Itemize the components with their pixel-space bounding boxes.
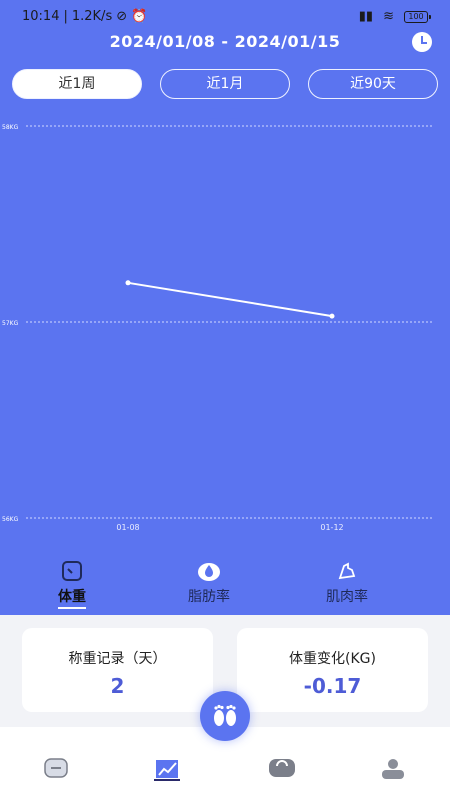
scale-icon[interactable]	[268, 757, 296, 779]
scale-icon	[62, 561, 82, 581]
mute-icon: ⊘	[116, 9, 128, 24]
tab-range-90-days[interactable]: 近90天	[308, 69, 438, 99]
signal-icon: ▮▮	[358, 9, 374, 24]
weight-change-title: 体重变化(KG)	[289, 651, 376, 667]
profile-icon[interactable]	[380, 757, 406, 781]
y-tick-label: 57KG	[2, 320, 19, 327]
series-line	[127, 281, 333, 318]
chart-icon[interactable]	[153, 757, 181, 781]
data-point	[125, 280, 131, 286]
tab-weight[interactable]: 体重	[58, 560, 86, 609]
weight-change-card: 体重变化(KG) -0.17	[237, 628, 428, 712]
status-left: 10:14 | 1.2K/s ⊘ ⏰	[22, 9, 147, 24]
y-tick-label: 56KG	[2, 516, 19, 523]
x-tick-label: 01-08	[116, 523, 139, 532]
weigh-records-card: 称重记录（天） 2	[22, 628, 213, 712]
metric-tabs: 体重 脂肪率 肌肉率	[0, 560, 450, 615]
battery-icon: 100	[404, 10, 431, 23]
date-range: 2024/01/08 - 2024/01/15	[109, 32, 341, 51]
weight-chart: 58KG 57KG 56KG 01-08 01-12	[2, 124, 432, 532]
tab-weight-label: 体重	[58, 589, 86, 609]
wifi-icon: ≋	[383, 9, 394, 24]
status-right: ▮▮ ≋ 100	[358, 9, 431, 24]
x-tick-label: 01-12	[320, 523, 343, 532]
status-divider: |	[63, 9, 68, 24]
weigh-records-value: 2	[110, 674, 125, 698]
footprints-icon	[214, 704, 236, 726]
record-weight-button[interactable]	[200, 691, 250, 741]
droplet-icon	[198, 563, 220, 581]
dashboard-header-area: 10:14 | 1.2K/s ⊘ ⏰ ▮▮ ≋ 100 2024/01/08 -…	[0, 0, 450, 615]
weight-change-value: -0.17	[303, 674, 362, 698]
tab-muscle-label: 肌肉率	[326, 589, 368, 605]
data-point	[329, 313, 335, 319]
range-tabs: 近1周 近1月 近90天	[12, 69, 438, 99]
weigh-records-title: 称重记录（天）	[68, 651, 167, 667]
muscle-icon	[338, 562, 356, 580]
tab-range-1-month[interactable]: 近1月	[160, 69, 290, 99]
status-speed: 1.2K/s	[71, 9, 113, 24]
tab-muscle[interactable]: 肌肉率	[326, 560, 368, 606]
clock-icon[interactable]	[412, 32, 432, 52]
alarm-icon: ⏰	[131, 9, 148, 24]
status-bar: 10:14 | 1.2K/s ⊘ ⏰ ▮▮ ≋ 100	[0, 0, 450, 32]
home-icon[interactable]	[44, 757, 68, 779]
tab-body-fat[interactable]: 脂肪率	[188, 560, 230, 606]
status-time: 10:14	[22, 9, 60, 24]
tab-body-fat-label: 脂肪率	[188, 589, 230, 605]
y-tick-label: 58KG	[2, 124, 19, 131]
tab-range-1-week[interactable]: 近1周	[12, 69, 142, 99]
